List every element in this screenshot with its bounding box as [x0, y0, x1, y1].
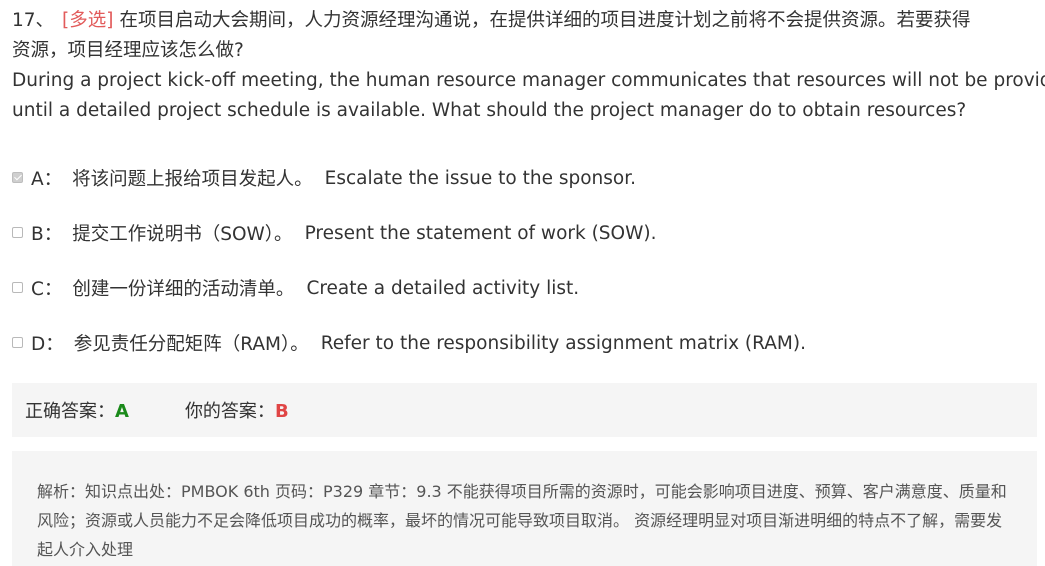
- answer-panel: 正确答案：A 你的答案：B: [12, 383, 1037, 437]
- question-line-1: 17、 [多选] 在项目启动大会期间，人力资源经理沟通说，在提供详细的项目进度计划之…: [12, 6, 1042, 36]
- question-text-en-1: During a project kick-off meeting, the h…: [12, 70, 1045, 91]
- checkbox-icon[interactable]: [12, 336, 23, 348]
- question-type-tag: [多选]: [62, 10, 114, 31]
- correct-answer-value: A: [115, 401, 129, 422]
- option-text-cn: 提交工作说明书（SOW）。: [72, 224, 293, 245]
- correct-answer-label: 正确答案：: [25, 401, 115, 422]
- option-text-cn: 将该问题上报给项目发起人。: [72, 169, 313, 190]
- option-letter: A：: [31, 169, 63, 190]
- question-text-cn-2: 资源，项目经理应该怎么做?: [12, 40, 244, 61]
- correct-answer: 正确答案：A: [25, 397, 129, 423]
- option-text-en: Present the statement of work (SOW).: [304, 222, 657, 244]
- option-letter: D：: [31, 334, 64, 355]
- option-text-en: Create a detailed activity list.: [306, 277, 580, 299]
- option-text-cn: 创建一份详细的活动清单。: [72, 279, 295, 300]
- question-number: 17、: [12, 10, 55, 31]
- option-letter: C：: [31, 279, 63, 300]
- checkbox-icon[interactable]: [12, 226, 23, 238]
- your-answer-value: B: [274, 401, 289, 422]
- option-text-en: Escalate the issue to the sponsor.: [324, 167, 637, 189]
- option-b[interactable]: B： 提交工作说明书（SOW）。 Present the statement o…: [12, 218, 806, 248]
- question-text-cn-1: 在项目启动大会期间，人力资源经理沟通说，在提供详细的项目进度计划之前将不会提供资…: [119, 10, 971, 31]
- option-c[interactable]: C： 创建一份详细的活动清单。 Create a detailed activi…: [12, 273, 806, 303]
- option-d[interactable]: D： 参见责任分配矩阵（RAM）。 Refer to the responsib…: [12, 328, 806, 358]
- option-a[interactable]: A： 将该问题上报给项目发起人。 Escalate the issue to t…: [12, 163, 806, 193]
- checkbox-icon[interactable]: [12, 171, 23, 183]
- option-text-en: Refer to the responsibility assignment m…: [320, 332, 806, 354]
- question-text-en-2: until a detailed project schedule is ava…: [12, 100, 967, 121]
- checkbox-icon[interactable]: [12, 281, 23, 293]
- your-answer: 你的答案：B: [185, 397, 289, 423]
- option-letter: B：: [31, 224, 63, 245]
- your-answer-label: 你的答案：: [184, 401, 275, 422]
- analysis-text: 解析：知识点出处：PMBOK 6th 页码：P329 章节：9.3 不能获得项目…: [37, 482, 1007, 559]
- question-block: 17、 [多选] 在项目启动大会期间，人力资源经理沟通说，在提供详细的项目进度计划之…: [12, 6, 1045, 126]
- analysis-panel: 解析：知识点出处：PMBOK 6th 页码：P329 章节：9.3 不能获得项目…: [12, 451, 1037, 566]
- options-list: A： 将该问题上报给项目发起人。 Escalate the issue to t…: [12, 163, 806, 383]
- option-text-cn: 参见责任分配矩阵（RAM）。: [73, 334, 309, 355]
